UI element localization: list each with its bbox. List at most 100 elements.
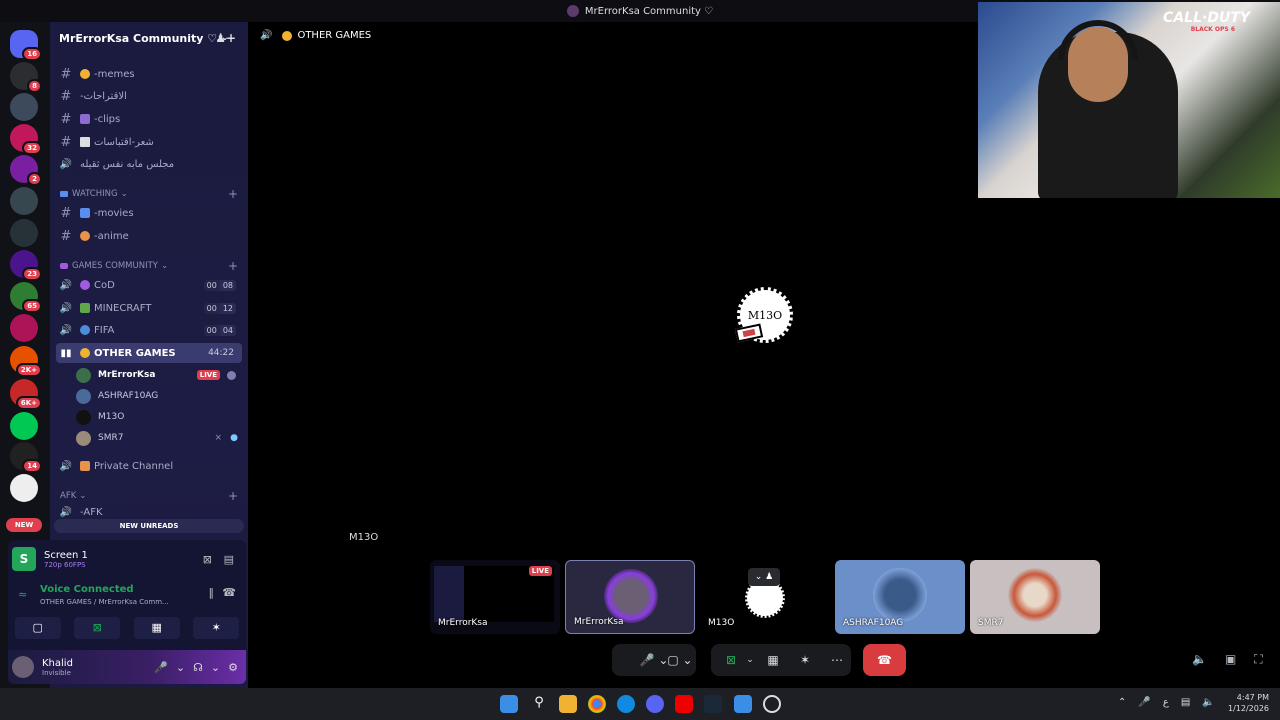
avatar[interactable] <box>12 656 34 678</box>
watch-stream-icon[interactable] <box>227 370 236 380</box>
add-channel-icon[interactable]: + <box>228 187 238 201</box>
channel-memes[interactable]: # -memes <box>56 64 242 84</box>
voice-user-mrerrorksa[interactable]: MrErrorKsa LIVE <box>76 365 242 385</box>
noise-suppression-icon[interactable]: ‖ <box>209 586 215 599</box>
participant-tile-ashraf10ag[interactable]: ASHRAF10AG <box>835 560 965 634</box>
discord-icon[interactable] <box>646 695 664 713</box>
headset-icon <box>1058 20 1138 60</box>
popout-icon[interactable]: ▣ <box>1225 652 1236 667</box>
chevron-up-icon[interactable]: ⌃ <box>1118 697 1126 708</box>
channel-label: Private Channel <box>94 460 174 472</box>
search-icon[interactable]: ⚲ <box>530 695 548 713</box>
voice-channel-private[interactable]: 🔊 Private Channel <box>56 456 242 476</box>
channel-label: -clips <box>94 113 121 125</box>
leave-call-button[interactable]: ☎ <box>863 644 906 676</box>
chevron-down-icon[interactable]: ⌄ <box>744 644 756 676</box>
screen-share-button[interactable]: ⊠ <box>716 644 746 676</box>
edge-icon[interactable] <box>617 695 635 713</box>
focus-controls[interactable]: ⌄ ♟ <box>748 568 780 586</box>
voice-user-m13o[interactable]: M13O <box>76 407 242 427</box>
chrome-icon[interactable] <box>588 695 606 713</box>
server-icon-14[interactable]: 14 <box>10 442 42 473</box>
server-icon-3[interactable] <box>10 93 38 121</box>
chevron-down-icon[interactable]: ⌄ <box>211 661 220 674</box>
gear-icon[interactable]: ⚙ <box>228 661 238 674</box>
voice-channel-majlis[interactable]: 🔊 مجلس مابه نفس ثقيله <box>56 154 242 174</box>
chevron-down-icon[interactable]: ⌄ <box>176 661 185 674</box>
soundboard-button[interactable]: ✶ <box>193 617 240 639</box>
channel-poetry[interactable]: # شعر-اقتباسات <box>56 132 242 152</box>
headphones-icon[interactable]: ☊ <box>193 661 203 674</box>
camera-off-button[interactable]: ▢ ⌄ <box>656 644 704 676</box>
fullscreen-icon[interactable]: ⛶ <box>1254 652 1262 667</box>
speaker-avatar[interactable]: M13O <box>734 287 793 343</box>
category-games-community[interactable]: GAMES COMMUNITY ⌄ + <box>60 258 242 274</box>
server-icon-8[interactable]: 23 <box>10 250 42 281</box>
add-member-icon[interactable]: ♟+ <box>215 31 236 45</box>
voice-channel-afk[interactable]: 🔊 -AFK <box>56 506 242 518</box>
gamepad-icon <box>60 263 68 269</box>
more-options-button[interactable]: ⋯ <box>826 644 848 676</box>
voice-channel-other-games[interactable]: ▮▮ OTHER GAMES 44:22 <box>56 343 242 363</box>
server-icon-2[interactable]: 8 <box>10 62 42 93</box>
voice-channel-path[interactable]: OTHER GAMES / MrErrorKsa Comm... <box>40 598 190 606</box>
activities-button[interactable]: ▦ <box>762 644 784 676</box>
participant-tile-stream[interactable]: LIVE MrErrorKsa <box>430 560 560 634</box>
participant-tile-smr7[interactable]: SMR7 <box>970 560 1100 634</box>
server-icon-11[interactable]: 2K+ <box>10 346 42 377</box>
channel-label: -AFK <box>80 506 103 518</box>
server-icon-7[interactable] <box>10 219 38 247</box>
participant-tile-m13o[interactable]: ⌄ ♟ M13O <box>700 560 830 634</box>
voice-channel-fifa[interactable]: 🔊 FIFA 00 04 <box>56 320 242 340</box>
server-icon-12[interactable]: 6K+ <box>10 379 42 410</box>
voice-user-ashraf10ag[interactable]: ASHRAF10AG <box>76 386 242 406</box>
microphone-icon[interactable]: 🎤 <box>154 661 168 674</box>
server-icon-6[interactable] <box>10 187 38 215</box>
channel-movies[interactable]: # -movies <box>56 203 242 223</box>
server-icon-15[interactable] <box>10 474 38 502</box>
notepad-icon[interactable] <box>734 695 752 713</box>
windows-start-icon[interactable] <box>500 695 518 713</box>
add-channel-icon[interactable]: + <box>228 259 238 273</box>
signal-icon[interactable]: ≈ <box>18 588 27 601</box>
disconnect-icon[interactable]: ☎ <box>222 586 236 599</box>
category-afk[interactable]: AFK ⌄ + <box>60 488 242 504</box>
new-unreads-banner[interactable]: NEW UNREADS <box>54 519 244 533</box>
channel-suggestions[interactable]: # -الاقتراحات <box>56 86 242 106</box>
network-icon[interactable]: ▤ <box>1181 697 1190 708</box>
add-channel-icon[interactable]: + <box>228 489 238 503</box>
server-icon-10[interactable] <box>10 314 38 342</box>
stream-settings-icon[interactable]: ▤ <box>224 553 234 566</box>
language-indicator[interactable]: ع <box>1163 697 1169 708</box>
participant-name: MrErrorKsa <box>438 618 488 628</box>
new-badge[interactable]: NEW <box>6 518 42 532</box>
soundboard-button[interactable]: ✶ <box>794 644 816 676</box>
activities-button[interactable]: ▦ <box>133 617 180 639</box>
channel-label: شعر-اقتباسات <box>94 136 154 148</box>
voice-channel-cod[interactable]: 🔊 CoD 00 08 <box>56 275 242 295</box>
volume-icon[interactable]: 🔈 <box>1192 652 1207 667</box>
server-icon-4[interactable]: 32 <box>10 124 42 155</box>
voice-channel-minecraft[interactable]: 🔊 MINECRAFT 00 12 <box>56 298 242 318</box>
voice-user-smr7[interactable]: SMR7 ⨯ ● <box>76 428 242 448</box>
channel-clips[interactable]: # -clips <box>56 109 242 129</box>
youtube-icon[interactable] <box>675 695 693 713</box>
guild-header[interactable]: MrErrorKsa Community ♡ ⌄ ♟+ <box>50 22 248 54</box>
server-icon-13[interactable] <box>10 412 38 440</box>
microphone-icon[interactable]: 🎤 <box>1138 697 1150 708</box>
steam-icon[interactable] <box>704 695 722 713</box>
screen-share-row[interactable]: S Screen 1 720p 60FPS ⊠ ▤ <box>12 545 242 573</box>
participant-tile-mrerrorksa[interactable]: MrErrorKsa <box>565 560 695 634</box>
stop-stream-icon[interactable]: ⊠ <box>203 553 212 566</box>
server-icon-1[interactable]: 16 <box>10 30 42 61</box>
category-watching[interactable]: WATCHING ⌄ + <box>60 186 242 202</box>
server-icon-5[interactable]: 2 <box>10 155 42 186</box>
server-icon-9[interactable]: 65 <box>10 282 42 313</box>
screen-share-button[interactable]: ⊠ <box>74 617 121 639</box>
camera-off-button[interactable]: ▢ <box>14 617 61 639</box>
file-explorer-icon[interactable] <box>559 695 577 713</box>
channel-anime[interactable]: # -anime <box>56 226 242 246</box>
clock[interactable]: 4:47 PM 1/12/2026 <box>1228 692 1269 714</box>
app-icon[interactable] <box>763 695 781 713</box>
speaker-icon[interactable]: 🔈 <box>1202 697 1214 708</box>
